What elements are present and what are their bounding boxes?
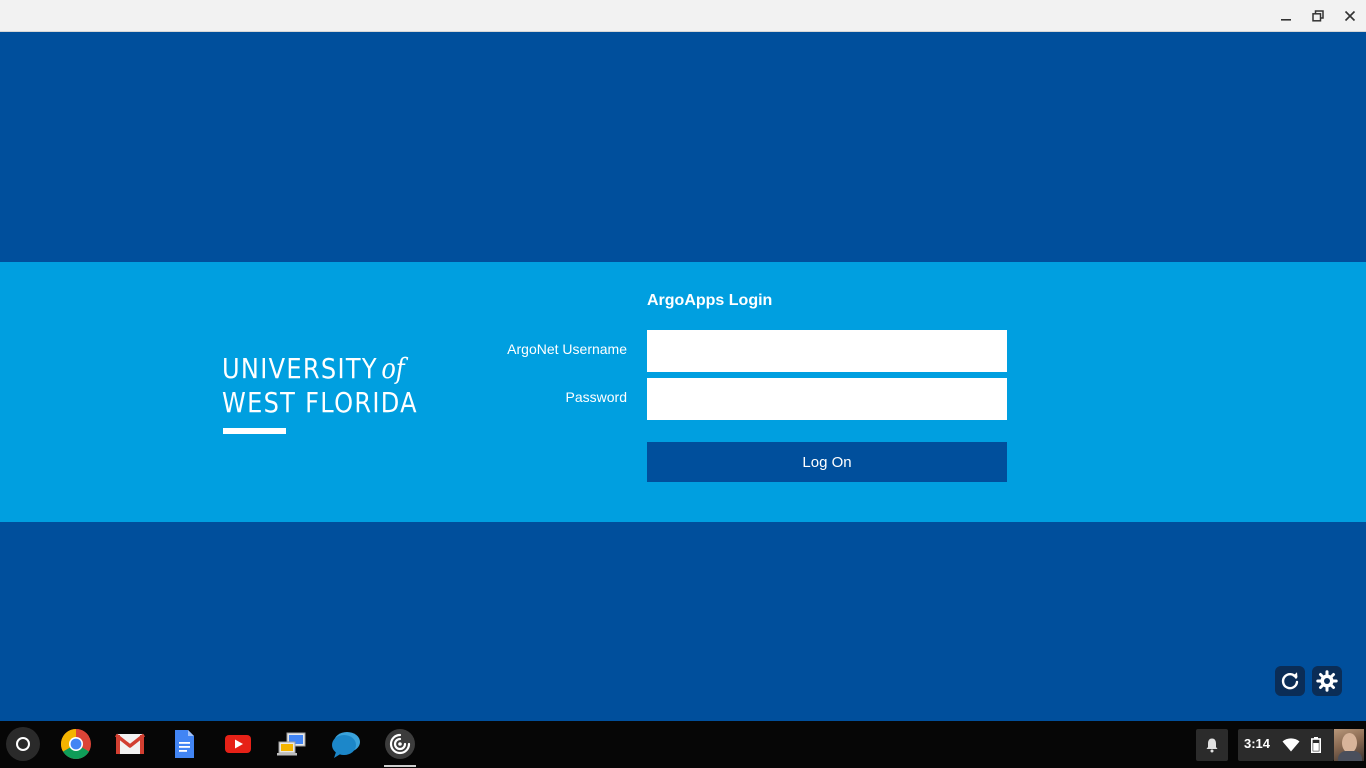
hangouts-app[interactable] — [328, 726, 364, 762]
uwf-logo: UNIVERSITY of WEST FLORIDA — [222, 350, 417, 434]
gmail-app[interactable] — [112, 726, 148, 762]
docs-icon — [175, 730, 194, 758]
maximize-button[interactable] — [1302, 0, 1334, 32]
avatar-body — [1338, 751, 1362, 761]
notifications-button[interactable] — [1196, 729, 1228, 761]
remote-desktop-icon — [277, 732, 306, 756]
launcher-button[interactable] — [6, 727, 40, 761]
gmail-icon — [114, 733, 146, 754]
window-titlebar — [0, 0, 1366, 32]
logo-underline — [223, 428, 286, 434]
settings-button[interactable] — [1312, 666, 1342, 696]
active-app-indicator — [384, 765, 416, 767]
username-input[interactable] — [647, 330, 1007, 372]
log-on-button[interactable]: Log On — [647, 442, 1007, 482]
refresh-icon — [1281, 672, 1299, 690]
user-avatar[interactable] — [1334, 729, 1364, 761]
citrix-receiver-icon — [385, 729, 415, 759]
close-button[interactable] — [1334, 0, 1366, 32]
password-label: Password — [565, 389, 627, 405]
login-band: UNIVERSITY of WEST FLORIDA ArgoApps Login… — [0, 262, 1366, 522]
logo-word-university: UNIVERSITY — [222, 352, 378, 385]
gear-icon — [1316, 670, 1338, 692]
youtube-app[interactable] — [220, 726, 256, 762]
system-tray[interactable]: 3:14 — [1238, 729, 1334, 761]
close-icon — [1344, 10, 1356, 22]
logo-line-1: UNIVERSITY of — [222, 352, 405, 385]
clock: 3:14 — [1244, 736, 1271, 751]
restore-icon — [1312, 10, 1324, 22]
docs-app[interactable] — [166, 726, 202, 762]
minimize-icon — [1281, 19, 1291, 21]
citrix-receiver-app[interactable] — [382, 726, 418, 762]
hangouts-icon — [332, 732, 360, 758]
bell-icon — [1206, 738, 1218, 753]
taskbar: 3:14 — [0, 721, 1366, 768]
chrome-icon — [60, 729, 91, 760]
avatar-face — [1342, 733, 1357, 753]
app-content: UNIVERSITY of WEST FLORIDA ArgoApps Login… — [0, 32, 1366, 721]
youtube-icon — [225, 735, 251, 753]
username-label: ArgoNet Username — [507, 341, 627, 357]
launcher-icon — [16, 737, 30, 751]
password-input[interactable] — [647, 378, 1007, 420]
wifi-icon — [1282, 738, 1300, 752]
remote-desktop-app[interactable] — [274, 726, 310, 762]
minimize-button[interactable] — [1270, 0, 1302, 32]
logo-word-of: of — [381, 352, 405, 385]
battery-icon — [1311, 737, 1321, 753]
refresh-button[interactable] — [1275, 666, 1305, 696]
logo-line-2: WEST FLORIDA — [222, 386, 418, 419]
login-title: ArgoApps Login — [647, 292, 773, 309]
chrome-app[interactable] — [58, 726, 94, 762]
